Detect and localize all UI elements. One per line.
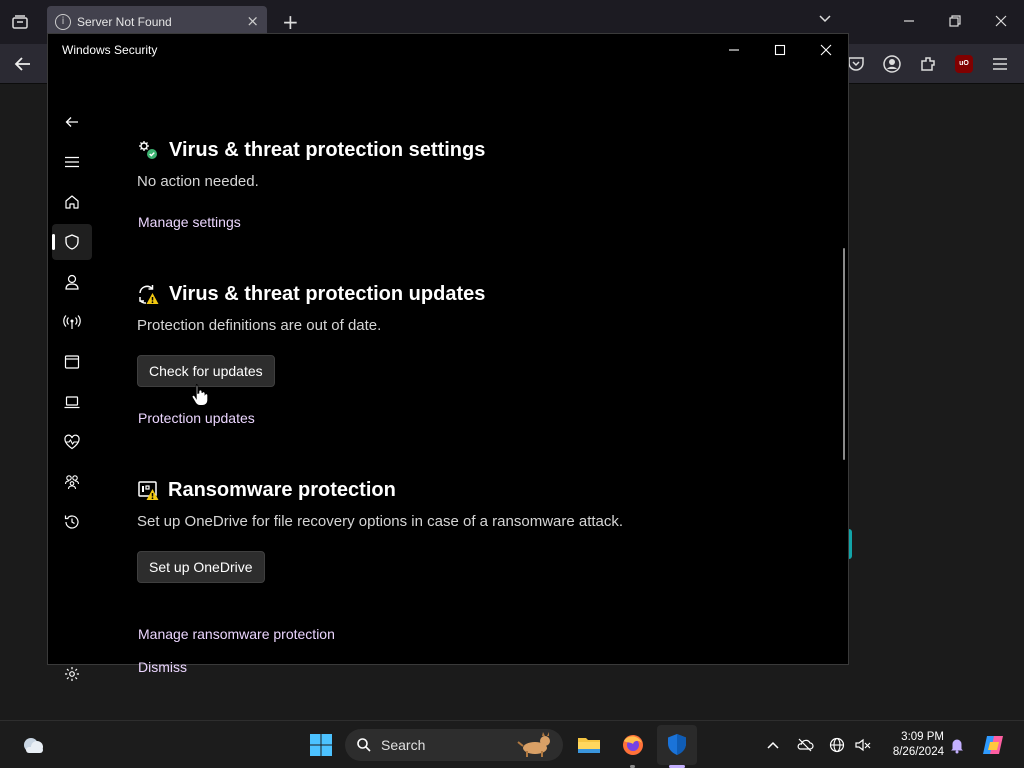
search-highlight-dog-icon (517, 732, 550, 757)
extensions-icon[interactable] (918, 54, 938, 74)
hamburger-menu-icon (65, 156, 79, 168)
heart-pulse-icon (64, 434, 80, 450)
firefox-icon[interactable] (620, 732, 646, 758)
copilot-icon[interactable] (980, 732, 1006, 758)
title-bar[interactable]: Windows Security (48, 34, 848, 66)
close-icon[interactable]: × (246, 12, 259, 30)
taskbar-clock[interactable]: 3:09 PM 8/26/2024 (880, 730, 944, 760)
notification-bell-icon[interactable] (948, 736, 966, 754)
app-window-icon (64, 355, 80, 369)
section-desc-ransomware: Set up OneDrive for file recovery option… (137, 513, 624, 530)
section-desc-settings: No action needed. (137, 173, 259, 190)
gear-icon (65, 667, 79, 681)
search-icon (357, 738, 371, 752)
restore-icon[interactable] (946, 12, 964, 30)
sidebar-item-device-health[interactable] (52, 424, 92, 460)
sidebar-item-device-security[interactable] (52, 384, 92, 420)
shield-icon (65, 234, 79, 250)
tab-title: Server Not Found (77, 15, 172, 29)
back-arrow-icon (65, 117, 78, 127)
close-window-icon[interactable] (992, 12, 1010, 30)
navigation-sidebar (48, 66, 96, 681)
settings-gears-icon (139, 141, 157, 159)
new-tab-button[interactable]: + (282, 10, 299, 34)
search-label: Search (381, 737, 426, 753)
info-icon: i (55, 14, 71, 30)
weather-cloud-icon[interactable] (20, 732, 46, 758)
manage-ransomware-protection-link[interactable]: Manage ransomware protection (138, 626, 335, 642)
set-up-onedrive-button[interactable]: Set up OneDrive (137, 551, 265, 583)
windows-security-shield-icon[interactable] (664, 732, 690, 758)
family-icon (64, 475, 80, 490)
main-content: Virus & threat protection settings No ac… (136, 66, 836, 675)
window-title: Windows Security (62, 43, 158, 57)
sidebar-item-firewall-network[interactable] (52, 304, 92, 340)
section-title-updates: Virus & threat protection updates (169, 283, 486, 305)
minimize-icon[interactable] (900, 12, 918, 30)
home-icon (65, 195, 79, 209)
windows-start-icon[interactable] (308, 732, 334, 758)
wireless-antenna-icon (63, 315, 81, 329)
clock-date: 8/26/2024 (892, 746, 944, 758)
history-icon (64, 515, 79, 529)
sidebar-item-protection-history[interactable] (52, 504, 92, 540)
manage-settings-link[interactable]: Manage settings (138, 214, 241, 230)
chevron-down-icon[interactable] (818, 12, 832, 26)
windows-security-window: Windows Security Virus & threat protecti… (47, 33, 849, 681)
hand-pointer-cursor-icon (191, 384, 209, 406)
section-desc-updates: Protection definitions are out of date. (137, 317, 382, 334)
back-arrow-icon[interactable] (12, 54, 34, 74)
clock-time: 3:09 PM (901, 731, 944, 743)
close-icon[interactable] (818, 42, 834, 58)
sidebar-item-settings[interactable] (52, 656, 92, 692)
update-warning-icon (139, 285, 159, 304)
laptop-icon (64, 396, 80, 409)
sidebar-item-home[interactable] (52, 184, 92, 220)
ransomware-icon (138, 481, 159, 500)
ublock-origin-icon[interactable]: uO (955, 55, 973, 73)
sidebar-item-family-options[interactable] (52, 464, 92, 500)
scrollbar[interactable] (843, 248, 845, 460)
chevron-up-icon[interactable] (764, 736, 782, 754)
account-icon[interactable] (882, 54, 902, 74)
maximize-icon[interactable] (772, 42, 788, 58)
tab-manager-icon[interactable] (10, 12, 30, 32)
network-globe-icon[interactable] (828, 736, 846, 754)
taskbar-search-box[interactable]: Search (345, 729, 563, 761)
sidebar-item-app-browser-control[interactable] (52, 344, 92, 380)
protection-updates-link[interactable]: Protection updates (138, 410, 255, 426)
onedrive-offline-icon[interactable] (796, 736, 814, 754)
volume-muted-icon[interactable] (854, 736, 872, 754)
sidebar-item-account-protection[interactable] (52, 264, 92, 300)
sidebar-item-back[interactable] (52, 104, 92, 140)
file-explorer-icon[interactable] (576, 732, 602, 758)
person-icon (65, 274, 79, 290)
section-title-settings: Virus & threat protection settings (169, 139, 486, 161)
dismiss-link[interactable]: Dismiss (138, 659, 187, 675)
taskbar: Search 3:09 PM 8/26/2024 (0, 720, 1024, 768)
sidebar-item-menu[interactable] (52, 144, 92, 180)
minimize-icon[interactable] (726, 42, 742, 58)
pocket-icon[interactable] (846, 54, 866, 74)
section-title-ransomware: Ransomware protection (168, 479, 396, 501)
sidebar-item-virus-threat-protection[interactable] (52, 224, 92, 260)
hamburger-menu-icon[interactable] (990, 54, 1010, 74)
